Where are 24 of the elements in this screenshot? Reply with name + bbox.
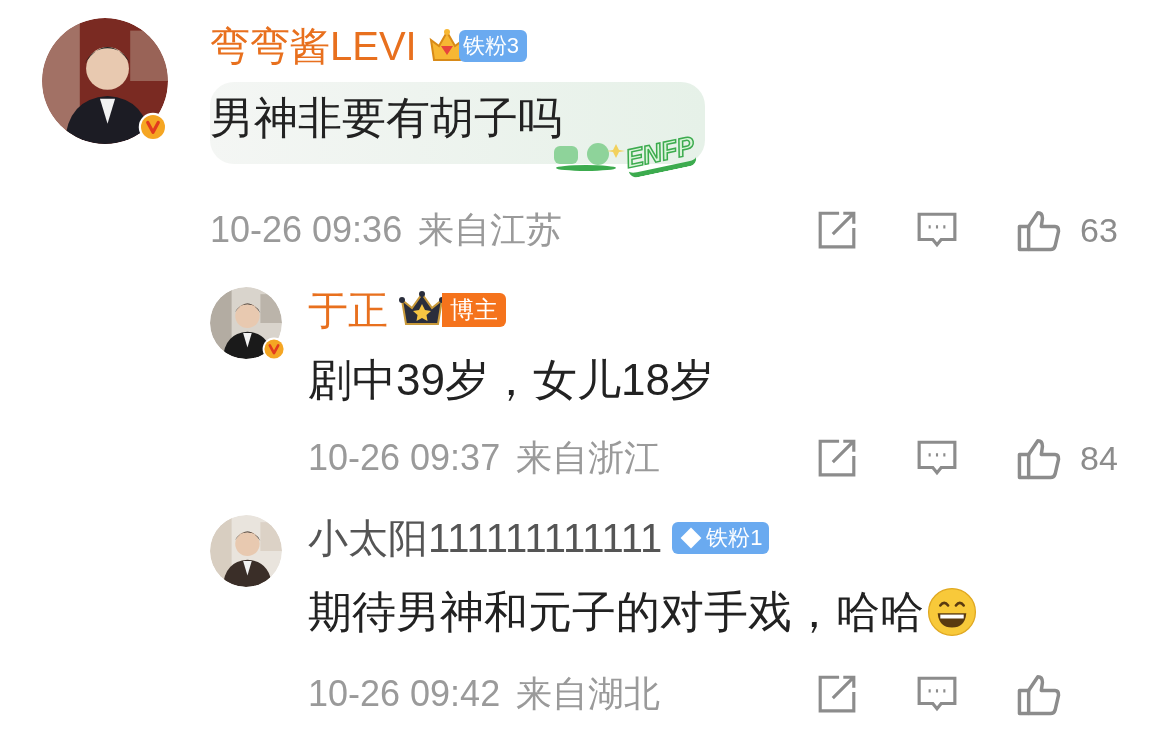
comment-location: 来自江苏: [418, 208, 563, 252]
fan-badge: 铁粉1: [672, 522, 769, 554]
comment-location: 来自湖北: [516, 672, 661, 716]
fan-badge: 铁粉3: [458, 30, 527, 62]
share-icon[interactable]: [816, 437, 858, 479]
blogger-badge: 博主: [442, 293, 506, 327]
user-name[interactable]: 于正: [308, 290, 388, 330]
share-icon[interactable]: [816, 209, 858, 251]
user-name[interactable]: 弯弯酱LEVI: [210, 26, 417, 66]
comment-time: 10-26 09:37: [308, 436, 501, 480]
comment-location: 来自浙江: [516, 436, 661, 480]
sticker-tag: ENFP: [623, 132, 698, 179]
user-name[interactable]: 小太阳111111111111: [308, 518, 663, 558]
comment-time: 10-26 09:42: [308, 672, 501, 716]
verified-badge-icon: [138, 112, 168, 142]
comment-text: 剧中39岁，女儿18岁: [308, 358, 714, 402]
like-count: 63: [1080, 209, 1118, 251]
comment-time: 10-26 09:36: [210, 208, 403, 252]
verified-badge-icon: [262, 337, 286, 361]
like-count: 84: [1080, 437, 1118, 479]
share-icon[interactable]: [816, 673, 858, 715]
comment-text: 男神非要有胡子吗: [210, 96, 562, 144]
grinning-emoji-icon: [926, 586, 978, 638]
comment-text: 期待男神和元子的对手戏，哈哈: [308, 590, 924, 634]
